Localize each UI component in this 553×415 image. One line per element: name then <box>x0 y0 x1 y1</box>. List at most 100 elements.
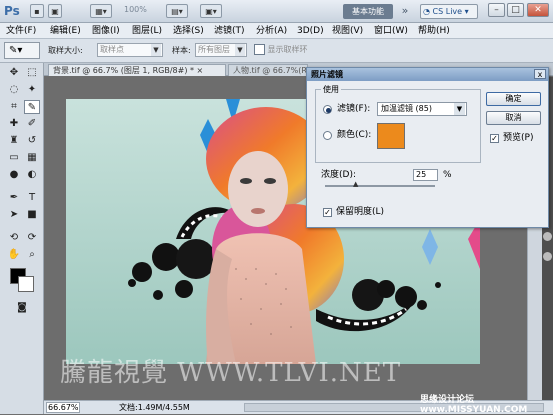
tab-person-doc[interactable]: 人物.tif @ 66.7%(RGB/8#) <box>228 64 308 76</box>
menu-bar: 文件(F) 编辑(E) 图像(I) 图层(L) 选择(S) 滤镜(T) 分析(A… <box>0 23 553 39</box>
show-sampling-ring-checkbox[interactable]: 显示取样环 <box>254 44 308 56</box>
use-group-label: 使用 <box>321 85 341 94</box>
bridge-icon[interactable]: ▪ <box>30 4 44 18</box>
density-unit: % <box>443 170 452 180</box>
menu-image[interactable]: 图像(I) <box>92 25 120 37</box>
workspace-switcher-button[interactable]: 基本功能 <box>343 4 393 19</box>
preview-label: 预览(P) <box>503 133 534 143</box>
crop-tool-icon[interactable]: ⌗ <box>6 100 22 114</box>
color-label: 颜色(C): <box>337 130 372 140</box>
tab-label: 人物.tif @ 66.7%(RGB/8#) <box>233 66 307 75</box>
panel-icon[interactable] <box>543 232 552 241</box>
sample-select[interactable]: 所有图层 ▼ <box>195 43 247 57</box>
close-tab-icon[interactable]: × <box>197 66 204 75</box>
menu-select[interactable]: 选择(S) <box>173 25 204 37</box>
zoom-level-display[interactable]: 100% <box>124 5 147 14</box>
document-info[interactable]: 文档:1.49M/4.55M <box>119 401 190 414</box>
menu-help[interactable]: 帮助(H) <box>418 25 450 37</box>
toolbox: ✥ ⬚ ◌ ✦ ⌗ ✎ ✚ ✐ ♜ ↺ ▭ ▦ ● ◐ ✒ T ➤ ■ ⟲ ⟳ … <box>0 63 44 414</box>
filter-radio[interactable] <box>323 105 332 114</box>
dialog-title: 照片滤镜 <box>307 68 548 81</box>
3d-orbit-tool-icon[interactable]: ⟳ <box>24 231 40 245</box>
density-slider-track[interactable] <box>325 185 435 187</box>
color-swatch[interactable] <box>377 123 405 149</box>
brush-tool-icon[interactable]: ✐ <box>24 117 40 131</box>
checkbox-box <box>254 44 265 55</box>
menu-layer[interactable]: 图层(L) <box>132 25 162 37</box>
quick-mask-icon[interactable]: ◙ <box>14 301 30 315</box>
mini-bridge-icon[interactable]: ▣ <box>48 4 62 18</box>
color-radio[interactable] <box>323 131 332 140</box>
arrange-documents-icon[interactable]: ▤▾ <box>166 4 188 18</box>
preserve-luminosity-checkbox[interactable]: ✓ <box>323 208 332 217</box>
chevron-down-icon: ▼ <box>235 44 245 56</box>
cs-live-label: CS Live <box>432 7 463 16</box>
menu-view[interactable]: 视图(V) <box>332 25 363 37</box>
pen-tool-icon[interactable]: ✒ <box>6 191 22 205</box>
hand-tool-icon[interactable]: ✋ <box>6 248 22 262</box>
menu-edit[interactable]: 编辑(E) <box>50 25 81 37</box>
menu-filter[interactable]: 滤镜(T) <box>214 25 245 37</box>
path-select-tool-icon[interactable]: ➤ <box>6 208 22 222</box>
sample-size-value: 取样点 <box>100 45 124 54</box>
marquee-tool-icon[interactable]: ⬚ <box>24 66 40 80</box>
lasso-tool-icon[interactable]: ◌ <box>6 83 22 97</box>
tool-preset-picker[interactable]: ✎▾ <box>4 42 40 59</box>
sample-label: 样本: <box>172 46 191 55</box>
sample-size-label: 取样大小: <box>48 46 83 55</box>
type-tool-icon[interactable]: T <box>24 191 40 205</box>
density-input[interactable]: 25 <box>413 169 438 181</box>
maximize-button[interactable]: □ <box>507 3 524 17</box>
chevron-more-icon[interactable]: » <box>398 3 412 19</box>
blur-tool-icon[interactable]: ● <box>6 168 22 182</box>
title-bar: Ps ▪ ▣ ▦▾ 100% ▤▾ ▣▾ 基本功能 » ◔ CS Live ▾ … <box>0 0 553 23</box>
options-bar: ✎▾ 取样大小: 取样点 ▼ 样本: 所有图层 ▼ 显示取样环 <box>0 39 553 63</box>
menu-3d[interactable]: 3D(D) <box>297 25 324 37</box>
move-tool-icon[interactable]: ✥ <box>6 66 22 80</box>
sample-size-select[interactable]: 取样点 ▼ <box>97 43 163 57</box>
zoom-input[interactable]: 66.67% <box>46 402 80 413</box>
filter-select[interactable]: 加温滤镜 (85) ▼ <box>377 102 467 116</box>
ok-button[interactable]: 确定 <box>486 92 541 106</box>
missyuan-watermark: 思缘设计论坛 www.MISSYUAN.COM <box>420 395 528 415</box>
dodge-tool-icon[interactable]: ◐ <box>24 168 40 182</box>
history-brush-tool-icon[interactable]: ↺ <box>24 134 40 148</box>
close-window-button[interactable]: ✕ <box>527 3 549 17</box>
eraser-tool-icon[interactable]: ▭ <box>6 151 22 165</box>
screen-mode-icon[interactable]: ▣▾ <box>200 4 222 18</box>
shape-tool-icon[interactable]: ■ <box>24 208 40 222</box>
preview-checkbox[interactable]: ✓ <box>490 134 499 143</box>
cs-live-button[interactable]: ◔ CS Live ▾ <box>420 4 478 19</box>
density-slider-thumb[interactable]: ▲ <box>353 181 359 188</box>
quick-select-tool-icon[interactable]: ✦ <box>24 83 40 97</box>
close-icon[interactable]: x <box>534 69 546 79</box>
tab-background-doc[interactable]: 背景.tif @ 66.7% (图层 1, RGB/8#) * × <box>48 64 226 76</box>
tab-label: 背景.tif @ 66.7% (图层 1, RGB/8#) * <box>53 66 194 75</box>
chevron-down-icon: ▼ <box>151 44 161 56</box>
preserve-luminosity-label: 保留明度(L) <box>336 207 385 217</box>
3d-rotate-tool-icon[interactable]: ⟲ <box>6 231 22 245</box>
panel-icon[interactable] <box>543 252 552 261</box>
healing-brush-tool-icon[interactable]: ✚ <box>6 117 22 131</box>
tlvi-watermark: 騰龍視覺 WWW.TLVI.NET <box>60 358 402 388</box>
clone-stamp-tool-icon[interactable]: ♜ <box>6 134 22 148</box>
minimize-button[interactable]: – <box>488 3 505 17</box>
filter-value: 加温滤镜 (85) <box>381 104 432 113</box>
cancel-button[interactable]: 取消 <box>486 111 541 125</box>
show-ring-label: 显示取样环 <box>267 45 308 54</box>
chevron-down-icon: ▼ <box>454 103 465 115</box>
gradient-tool-icon[interactable]: ▦ <box>24 151 40 165</box>
zoom-tool-icon[interactable]: ⌕ <box>24 248 40 262</box>
photoshop-logo: Ps <box>4 4 20 18</box>
menu-file[interactable]: 文件(F) <box>6 25 36 37</box>
eyedropper-tool-icon[interactable]: ✎ <box>24 100 40 114</box>
photo-filter-dialog: 照片滤镜 x 使用 滤镜(F): 加温滤镜 (85) ▼ 颜色(C): 确定 取消… <box>306 67 549 228</box>
eyedropper-icon: ✎ <box>9 45 18 56</box>
sample-value: 所有图层 <box>198 45 230 54</box>
view-extras-icon[interactable]: ▦▾ <box>90 4 112 18</box>
menu-window[interactable]: 窗口(W) <box>374 25 408 37</box>
background-color-swatch[interactable] <box>18 276 34 292</box>
menu-analysis[interactable]: 分析(A) <box>256 25 287 37</box>
cs-live-icon: ◔ <box>423 7 430 16</box>
density-label: 浓度(D): <box>321 170 356 180</box>
